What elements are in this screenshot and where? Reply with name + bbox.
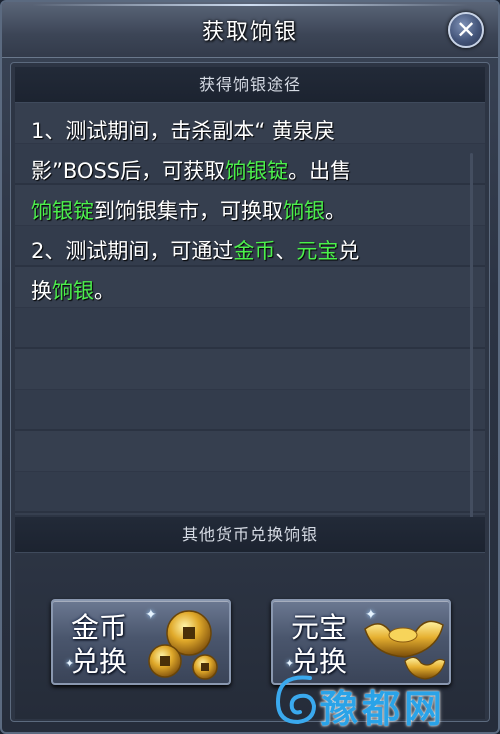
close-icon: ✕ (455, 16, 477, 44)
highlight-term: 饷银 (52, 279, 94, 303)
gold-exchange-label: 金币 兑换 (71, 611, 151, 679)
description-segment: 影”BOSS后，可获取 (31, 159, 226, 183)
sparkle-icon: ✦ (285, 657, 295, 670)
description-segment: 。 (94, 279, 115, 303)
gold-exchange-button[interactable]: 金币 兑换 ✦ ✦ (51, 599, 231, 685)
description-line: 换饷银。 (31, 271, 471, 311)
description-segment: 。出售 (288, 159, 352, 183)
highlight-term: 饷银锭 (31, 199, 94, 223)
scrollbar[interactable] (470, 153, 473, 533)
gold-exchange-label-line2: 兑换 (71, 645, 128, 678)
window-title: 获取饷银 (201, 20, 298, 45)
description-line: 影”BOSS后，可获取饷银锭。出售 (31, 151, 471, 191)
description-text: 1、测试期间，击杀副本“ 黄泉戾 影”BOSS后，可获取饷银锭。出售 饷银锭到饷银集… (31, 111, 471, 311)
description-line: 饷银锭到饷银集市，可换取饷银。 (31, 191, 471, 231)
title-bar-shine (32, 4, 468, 6)
content-panel: 获得饷银途径 1、测试期间，击杀副本“ 黄泉戾 影”BOSS后，可获取饷银锭。出售… (10, 62, 490, 722)
description-line: 1、测试期间，击杀副本“ 黄泉戾 (31, 111, 471, 151)
swirl-logo-icon (275, 675, 317, 725)
highlight-term: 饷银锭 (225, 159, 289, 183)
gold-coins-icon (148, 610, 218, 680)
section-header-ways: 获得饷银途径 (15, 67, 485, 103)
title-bar: 获取饷银 ✕ (2, 2, 498, 58)
highlight-term: 饷银 (283, 199, 325, 223)
watermark-text: 豫都网 (320, 686, 447, 731)
description-segment: 到饷银集市，可换取 (94, 199, 283, 223)
ingot-exchange-label: 元宝 兑换 (291, 611, 371, 679)
description-segment: 1、测试期间，击杀副本“ 黄泉戾 (31, 119, 335, 143)
highlight-term: 金币 (233, 239, 276, 263)
description-segment: 兑 (338, 239, 360, 263)
description-segment: 、 (275, 239, 297, 263)
close-button[interactable]: ✕ (448, 12, 484, 48)
highlight-term: 元宝 (296, 239, 339, 263)
description-segment: 换 (31, 279, 52, 303)
section-header-exchange: 其他货币兑换饷银 (15, 517, 485, 553)
description-segment: 。 (325, 199, 346, 223)
exchange-window: 获取饷银 ✕ 获得饷银途径 1、测试期间，击杀副本“ 黄泉戾 影”BOSS后，可获… (0, 0, 500, 734)
description-segment: 2、测试期间，可通过 (31, 239, 234, 263)
description-area[interactable]: 1、测试期间，击杀副本“ 黄泉戾 影”BOSS后，可获取饷银锭。出售 饷银锭到饷银集… (15, 103, 485, 533)
site-watermark: 豫都网 (270, 670, 480, 731)
sparkle-icon: ✦ (65, 657, 75, 670)
description-line: 2、测试期间，可通过金币、元宝兑 (31, 231, 471, 271)
gold-exchange-label-line1: 金币 (71, 611, 128, 644)
ingot-exchange-label-line1: 元宝 (291, 611, 348, 644)
